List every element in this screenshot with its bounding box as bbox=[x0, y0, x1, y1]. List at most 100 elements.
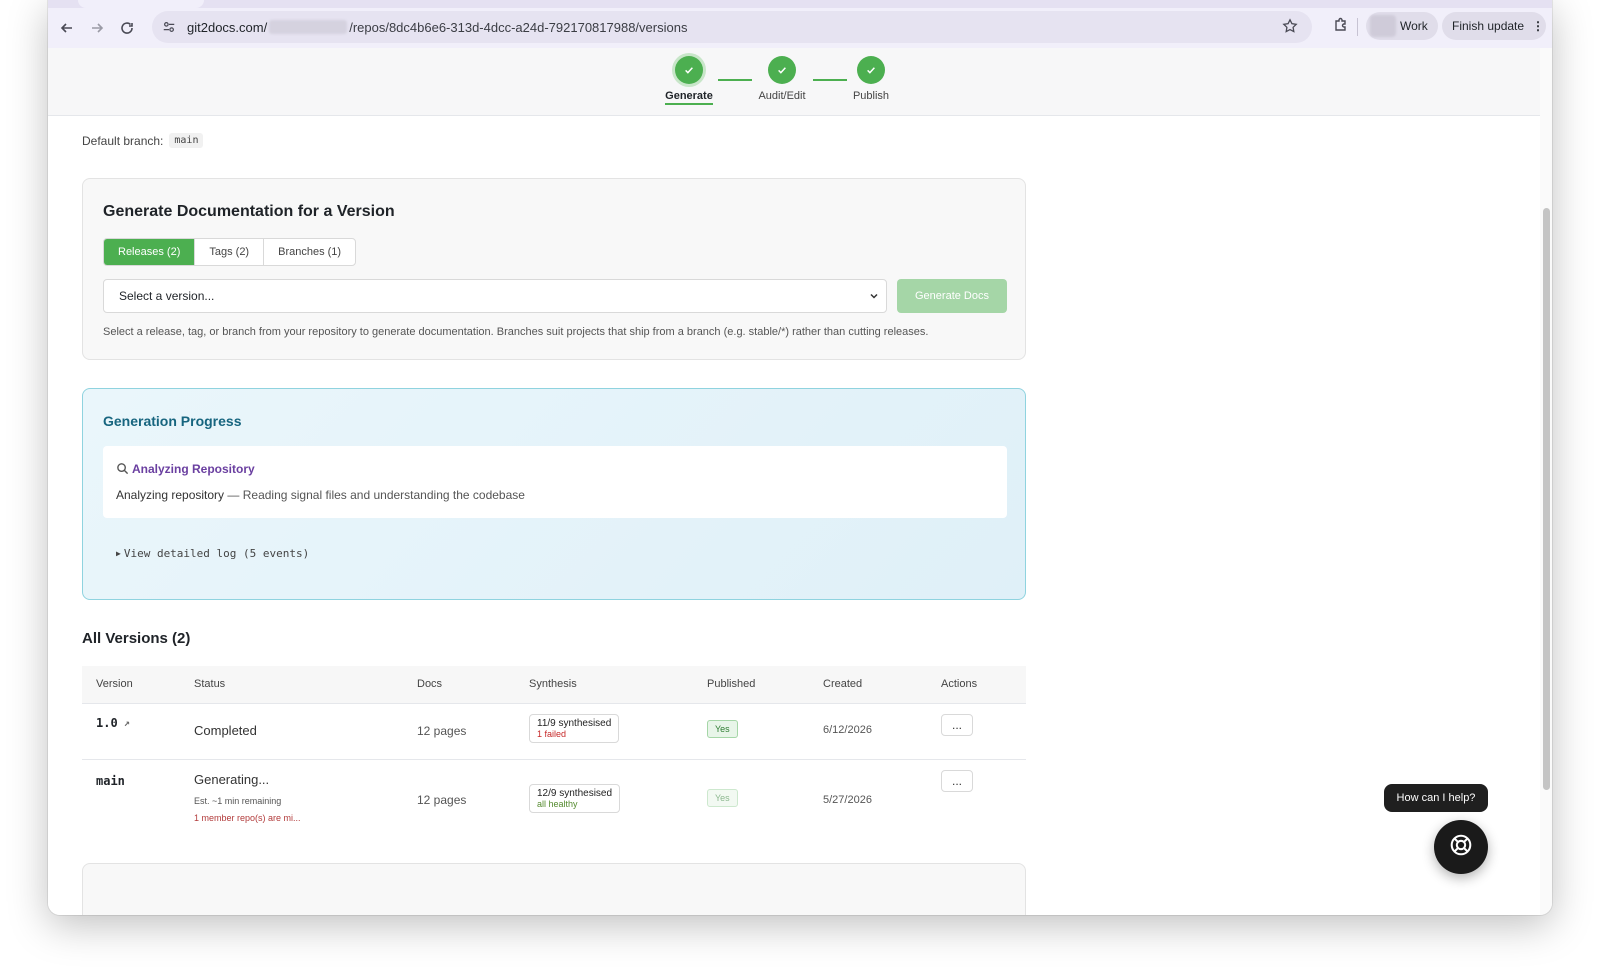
version-cell: main bbox=[96, 774, 125, 788]
created-cell: 6/12/2026 bbox=[823, 724, 872, 736]
synthesis-count: 11/9 synthesised bbox=[537, 718, 612, 729]
back-icon[interactable] bbox=[52, 13, 82, 43]
row-actions-button[interactable]: ... bbox=[941, 770, 973, 792]
generate-help-text: Select a release, tag, or branch from yo… bbox=[103, 326, 929, 338]
synthesis-health: all healthy bbox=[537, 799, 578, 809]
check-icon bbox=[675, 56, 703, 84]
synthesis-failed: 1 failed bbox=[537, 729, 567, 739]
detailed-log-label: View detailed log (5 events) bbox=[123, 547, 310, 560]
col-actions: Actions bbox=[941, 678, 978, 690]
tab-tags[interactable]: Tags (2) bbox=[195, 239, 265, 265]
versions-table: Version Status Docs Synthesis Published … bbox=[82, 666, 1026, 842]
more-vert-icon: ⋮ bbox=[1532, 19, 1545, 33]
created-cell: 5/27/2026 bbox=[823, 794, 872, 806]
generate-docs-button[interactable]: Generate Docs bbox=[897, 279, 1007, 313]
generate-title: Generate Documentation for a Version bbox=[103, 203, 395, 220]
extensions-icon[interactable] bbox=[1330, 14, 1352, 36]
profile-chip[interactable]: Work bbox=[1366, 12, 1438, 40]
row-actions-button[interactable]: ... bbox=[941, 714, 973, 736]
col-created: Created bbox=[823, 678, 863, 690]
url-redacted bbox=[269, 20, 348, 34]
default-branch: Default branch: main bbox=[82, 133, 204, 148]
reload-icon[interactable] bbox=[112, 13, 142, 43]
tab-strip bbox=[48, 0, 1552, 8]
address-bar[interactable]: git2docs.com/ /repos/8dc4b6e6-313d-4dcc-… bbox=[152, 11, 1312, 43]
actions-cell: ... bbox=[941, 770, 973, 792]
synthesis-badge: 11/9 synthesised 1 failed bbox=[529, 714, 620, 743]
progress-desc-rest: — Reading signal files and understanding… bbox=[224, 488, 525, 502]
table-row: 1.0 ↗ Completed 12 pages 11/9 synthesise… bbox=[82, 704, 1026, 760]
status-cell: Completed bbox=[194, 723, 257, 738]
step-generate[interactable]: Generate bbox=[649, 56, 729, 105]
status-eta: Est. ~1 min remaining bbox=[194, 796, 282, 806]
caret-right-icon: ▶ bbox=[116, 549, 121, 558]
progress-title: Generation Progress bbox=[103, 413, 242, 429]
check-icon bbox=[857, 56, 885, 84]
chevron-down-icon bbox=[868, 290, 880, 302]
col-synthesis: Synthesis bbox=[529, 678, 577, 690]
versions-title: All Versions (2) bbox=[82, 630, 191, 647]
browser-toolbar: git2docs.com/ /repos/8dc4b6e6-313d-4dcc-… bbox=[48, 8, 1552, 48]
profile-label: Work bbox=[1400, 19, 1428, 33]
progress-stage-panel: Analyzing Repository Analyzing repositor… bbox=[103, 446, 1007, 518]
magnifier-icon bbox=[116, 462, 130, 476]
published-badge: Yes bbox=[707, 720, 738, 738]
version-type-tabs: Releases (2) Tags (2) Branches (1) bbox=[103, 238, 357, 266]
docs-cell: 12 pages bbox=[417, 724, 467, 738]
toolbar-divider bbox=[1357, 18, 1358, 36]
step-publish[interactable]: Publish bbox=[831, 56, 911, 102]
version-cell: 1.0 ↗ bbox=[96, 716, 130, 730]
next-section-card bbox=[82, 863, 1026, 915]
published-cell: Yes bbox=[707, 720, 738, 738]
default-branch-label: Default branch: bbox=[82, 133, 164, 148]
version-name[interactable]: main bbox=[96, 774, 125, 788]
generation-progress-card: Generation Progress Analyzing Repository… bbox=[82, 388, 1026, 600]
avatar bbox=[1370, 15, 1396, 37]
check-icon bbox=[768, 56, 796, 84]
version-select-value: Select a version... bbox=[119, 289, 215, 303]
docs-cell: 12 pages bbox=[417, 793, 467, 807]
page-viewport: Generate Audit/Edit Publish Default bran… bbox=[48, 48, 1540, 915]
synthesis-badge: 12/9 synthesised all healthy bbox=[529, 784, 621, 813]
col-docs: Docs bbox=[417, 678, 443, 690]
col-version: Version bbox=[96, 678, 133, 690]
tab-releases[interactable]: Releases (2) bbox=[104, 239, 196, 265]
scrollbar-thumb[interactable] bbox=[1543, 208, 1550, 790]
version-select[interactable]: Select a version... bbox=[103, 279, 887, 313]
help-tooltip: How can I help? bbox=[1384, 784, 1488, 812]
published-cell: Yes bbox=[707, 789, 738, 807]
forward-icon[interactable] bbox=[82, 13, 112, 43]
workflow-stepper: Generate Audit/Edit Publish bbox=[48, 48, 1540, 116]
version-name[interactable]: 1.0 bbox=[96, 716, 118, 730]
star-icon[interactable] bbox=[1282, 18, 1300, 36]
status-text: Generating... bbox=[194, 772, 270, 787]
actions-cell: ... bbox=[941, 714, 973, 736]
url-host: git2docs.com/ bbox=[187, 19, 268, 35]
published-badge: Yes bbox=[707, 789, 738, 807]
table-header: Version Status Docs Synthesis Published … bbox=[82, 666, 1026, 704]
scrollbar[interactable] bbox=[1540, 48, 1552, 915]
col-status: Status bbox=[194, 678, 226, 690]
progress-stage: Analyzing Repository bbox=[116, 462, 255, 476]
finish-update-label: Finish update bbox=[1452, 19, 1525, 33]
url-text: git2docs.com/ /repos/8dc4b6e6-313d-4dcc-… bbox=[187, 20, 687, 35]
external-link-icon[interactable]: ↗ bbox=[124, 718, 130, 729]
progress-desc-strong: Analyzing repository bbox=[116, 488, 225, 502]
help-button[interactable] bbox=[1434, 820, 1488, 874]
generate-docs-card: Generate Documentation for a Version Rel… bbox=[82, 178, 1026, 360]
lifebuoy-icon bbox=[1448, 832, 1474, 863]
step-audit-edit[interactable]: Audit/Edit bbox=[742, 56, 822, 102]
step-label: Audit/Edit bbox=[758, 90, 806, 102]
default-branch-value: main bbox=[169, 133, 204, 148]
status-warning[interactable]: 1 member repo(s) are mi... bbox=[194, 813, 301, 823]
site-settings-icon[interactable] bbox=[160, 18, 178, 36]
step-label: Publish bbox=[852, 90, 890, 102]
col-published: Published bbox=[707, 678, 756, 690]
detailed-log-toggle[interactable]: ▶ View detailed log (5 events) bbox=[116, 547, 309, 560]
finish-update-button[interactable]: Finish update ⋮ bbox=[1442, 12, 1546, 40]
active-tab[interactable] bbox=[78, 0, 204, 8]
tab-branches[interactable]: Branches (1) bbox=[264, 239, 355, 265]
synthesis-count: 12/9 synthesised bbox=[537, 788, 613, 799]
table-row: main Generating... Est. ~1 min remaining… bbox=[82, 760, 1026, 842]
url-path: /repos/8dc4b6e6-313d-4dcc-a24d-792170817… bbox=[349, 19, 688, 35]
